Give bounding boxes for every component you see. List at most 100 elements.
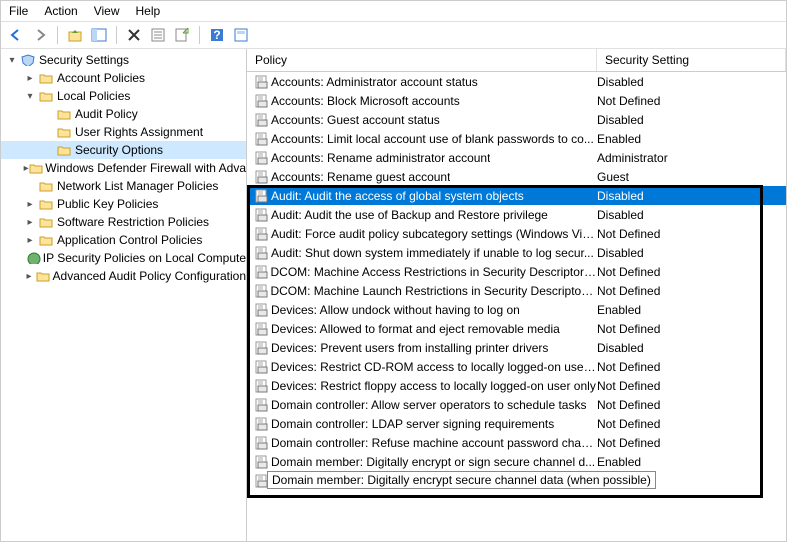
menubar: File Action View Help xyxy=(1,1,786,22)
policy-row[interactable]: Domain controller: Allow server operator… xyxy=(247,395,786,414)
folder-icon xyxy=(37,180,55,192)
policy-row[interactable]: Devices: Prevent users from installing p… xyxy=(247,338,786,357)
policy-row[interactable]: Devices: Restrict CD-ROM access to local… xyxy=(247,357,786,376)
policy-icon xyxy=(253,132,271,146)
policy-row[interactable]: Domain controller: Refuse machine accoun… xyxy=(247,433,786,452)
policy-row[interactable]: Audit: Audit the access of global system… xyxy=(247,186,786,205)
svg-text:?: ? xyxy=(213,28,220,42)
column-header-setting[interactable]: Security Setting xyxy=(597,49,786,71)
tree-item[interactable]: ▸Advanced Audit Policy Configuration xyxy=(1,267,246,285)
content-area: ▾ Security Settings ▸Account Policies▾Loca… xyxy=(1,49,786,541)
tree-item-label: User Rights Assignment xyxy=(73,125,203,139)
policy-name: Accounts: Rename administrator account xyxy=(271,151,490,165)
tree-item[interactable]: Audit Policy xyxy=(1,105,246,123)
expand-icon[interactable]: ▾ xyxy=(5,55,19,66)
folder-icon xyxy=(55,144,73,156)
tooltip: Domain member: Digitally encrypt secure … xyxy=(267,471,656,489)
tree-item[interactable]: ▸Windows Defender Firewall with Adva xyxy=(1,159,246,177)
menu-file[interactable]: File xyxy=(9,4,28,18)
policy-icon xyxy=(253,455,271,469)
tree-item[interactable]: IP Security Policies on Local Compute xyxy=(1,249,246,267)
tree-item[interactable]: Network List Manager Policies xyxy=(1,177,246,195)
policy-icon xyxy=(253,284,270,298)
policy-setting: Disabled xyxy=(597,341,786,355)
folder-icon xyxy=(55,126,73,138)
tree-item-label: Audit Policy xyxy=(73,107,138,121)
policy-row[interactable]: Domain member: Digitally encrypt or sign… xyxy=(247,452,786,471)
help-button[interactable]: ? xyxy=(206,24,228,46)
tree-item[interactable]: ▾ Security Settings xyxy=(1,51,246,69)
policy-icon xyxy=(253,436,271,450)
folder-icon xyxy=(35,270,51,282)
policy-setting: Not Defined xyxy=(597,398,786,412)
tree-item[interactable]: ▾Local Policies xyxy=(1,87,246,105)
policy-icon xyxy=(253,151,271,165)
ipsec-icon xyxy=(27,252,41,264)
tree-item-label: IP Security Policies on Local Compute xyxy=(41,251,246,265)
policy-row[interactable]: Devices: Allow undock without having to … xyxy=(247,300,786,319)
tree-item-label: Public Key Policies xyxy=(55,197,158,211)
tree-item[interactable]: ▸Application Control Policies xyxy=(1,231,246,249)
policy-name: Domain controller: LDAP server signing r… xyxy=(271,417,554,431)
policy-setting: Disabled xyxy=(597,75,786,89)
properties-button[interactable] xyxy=(147,24,169,46)
show-hide-tree-button[interactable] xyxy=(88,24,110,46)
policy-row[interactable]: Domain controller: LDAP server signing r… xyxy=(247,414,786,433)
tree-item[interactable]: ▸Software Restriction Policies xyxy=(1,213,246,231)
tree-item[interactable]: Security Options xyxy=(1,141,246,159)
up-button[interactable] xyxy=(64,24,86,46)
menu-view[interactable]: View xyxy=(94,4,120,18)
list-body[interactable]: Accounts: Administrator account status Di… xyxy=(247,72,786,541)
back-button[interactable] xyxy=(5,24,27,46)
policy-setting: Not Defined xyxy=(597,227,786,241)
policy-name: Accounts: Limit local account use of bla… xyxy=(271,132,594,146)
policy-setting: Disabled xyxy=(597,208,786,222)
policy-row[interactable]: Accounts: Rename administrator accountAd… xyxy=(247,148,786,167)
policy-row[interactable]: Accounts: Limit local account use of bla… xyxy=(247,129,786,148)
separator xyxy=(116,26,117,44)
separator xyxy=(57,26,58,44)
policy-name: Accounts: Administrator account status xyxy=(271,75,478,89)
expand-icon[interactable]: ▸ xyxy=(23,271,35,282)
export-button[interactable] xyxy=(171,24,193,46)
policy-name: Accounts: Guest account status xyxy=(271,113,440,127)
menu-help[interactable]: Help xyxy=(136,4,161,18)
delete-button[interactable] xyxy=(123,24,145,46)
policy-row[interactable]: DCOM: Machine Access Restrictions in Sec… xyxy=(247,262,786,281)
policy-icon xyxy=(253,398,271,412)
policy-row[interactable]: Domain member: Digitally sign secure cha… xyxy=(247,471,786,490)
policy-row[interactable]: Devices: Restrict floppy access to local… xyxy=(247,376,786,395)
policy-row[interactable]: Accounts: Block Microsoft accountsNot De… xyxy=(247,91,786,110)
menu-action[interactable]: Action xyxy=(44,4,77,18)
tree-item[interactable]: ▸ Public Key Policies xyxy=(1,195,246,213)
policy-row[interactable]: Audit: Force audit policy subcategory se… xyxy=(247,224,786,243)
policy-setting: Disabled xyxy=(597,189,786,203)
column-header-policy[interactable]: Policy xyxy=(247,49,597,71)
expand-icon[interactable]: ▸ xyxy=(23,235,37,246)
policy-icon xyxy=(253,227,271,241)
policy-row[interactable]: Accounts: Administrator account status Di… xyxy=(247,72,786,91)
policy-icon xyxy=(253,417,271,431)
forward-button[interactable] xyxy=(29,24,51,46)
tree-item[interactable]: User Rights Assignment xyxy=(1,123,246,141)
tree-pane[interactable]: ▾ Security Settings ▸Account Policies▾Loca… xyxy=(1,49,247,541)
folder-icon xyxy=(37,72,55,84)
tree-item-label: Security Settings xyxy=(37,53,129,67)
policy-name: DCOM: Machine Access Restrictions in Sec… xyxy=(271,265,597,279)
refresh-button[interactable] xyxy=(230,24,252,46)
expand-icon[interactable]: ▸ xyxy=(23,73,37,84)
policy-row[interactable]: Audit: Shut down system immediately if u… xyxy=(247,243,786,262)
folder-icon xyxy=(29,162,43,174)
policy-row[interactable]: Audit: Audit the use of Backup and Resto… xyxy=(247,205,786,224)
expand-icon[interactable]: ▸ xyxy=(23,199,37,210)
tree-item[interactable]: ▸Account Policies xyxy=(1,69,246,87)
policy-icon xyxy=(253,208,271,222)
policy-row[interactable]: DCOM: Machine Launch Restrictions in Sec… xyxy=(247,281,786,300)
expand-icon[interactable]: ▾ xyxy=(23,91,37,102)
list-header: Policy Security Setting xyxy=(247,49,786,72)
expand-icon[interactable]: ▸ xyxy=(23,217,37,228)
policy-row[interactable]: Devices: Allowed to format and eject rem… xyxy=(247,319,786,338)
policy-name: Audit: Audit the access of global system… xyxy=(271,189,524,203)
policy-row[interactable]: Accounts: Rename guest accountGuest xyxy=(247,167,786,186)
policy-row[interactable]: Accounts: Guest account statusDisabled xyxy=(247,110,786,129)
